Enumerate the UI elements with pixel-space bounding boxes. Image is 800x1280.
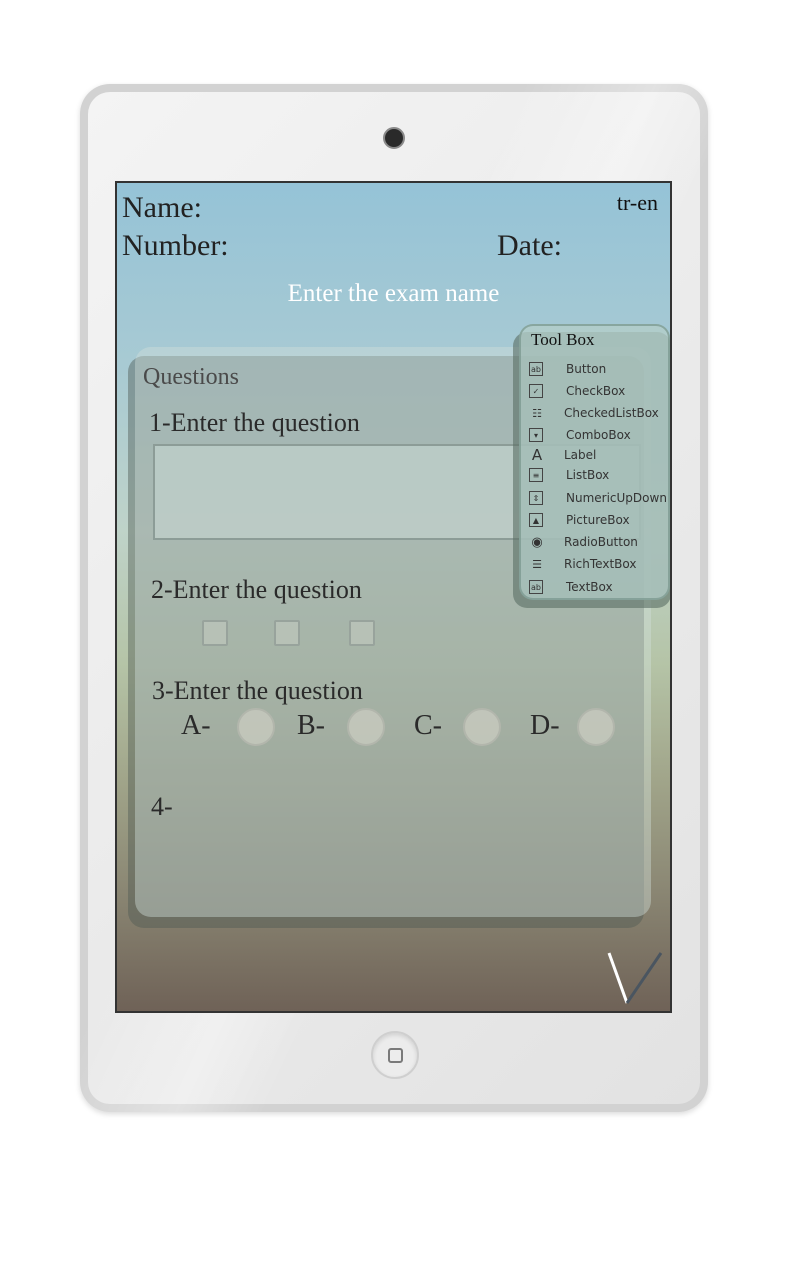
toolbox-item-picturebox[interactable]: ▲ PictureBox [529,510,630,530]
toolbox-item-numericupdown[interactable]: ⇕ NumericUpDown [529,488,667,508]
toolbox-item-label-control[interactable]: A Label [529,445,597,465]
question-1-text[interactable]: 1-Enter the question [149,408,360,438]
option-c-label: C- [414,710,442,741]
listbox-icon: ≡ [529,468,543,482]
question-2-checkbox[interactable] [349,620,375,646]
combobox-icon: ▾ [529,428,543,442]
name-label: Name: [122,191,202,224]
question-4-text[interactable]: 4- [151,792,173,822]
questions-title: Questions [143,364,239,390]
picturebox-icon: ▲ [529,513,543,527]
toolbox-item-label: CheckBox [566,384,626,398]
question-3-text[interactable]: 3-Enter the question [152,676,363,706]
toolbox-panel: Tool Box ab Button ✓ CheckBox ☷ CheckedL… [519,324,670,600]
toolbox-item-checkbox[interactable]: ✓ CheckBox [529,381,625,401]
toolbox-item-label: CheckedListBox [564,406,659,420]
option-c-radio[interactable] [463,708,501,746]
richtextbox-icon: ☰ [532,557,542,571]
radiobutton-icon: ◉ [531,534,543,550]
toolbox-item-label: NumericUpDown [566,491,667,505]
toolbox-item-button[interactable]: ab Button [529,359,606,379]
date-label: Date: [497,229,562,262]
checkbox-icon: ✓ [529,384,543,398]
numeric-updown-icon: ⇕ [529,491,543,505]
toolbox-item-textbox[interactable]: ab TextBox [529,577,613,597]
front-camera [383,127,405,149]
toolbox-item-richtextbox[interactable]: ☰ RichTextBox [529,554,636,574]
toolbox-item-label: RadioButton [564,535,638,549]
toolbox-item-label: ComboBox [566,428,631,442]
toolbox-item-checkedlistbox[interactable]: ☷ CheckedListBox [529,403,659,423]
v-logo-icon [607,952,663,1004]
toolbox-item-label: ListBox [566,468,610,482]
option-b-radio[interactable] [347,708,385,746]
option-b-label: B- [297,710,325,741]
toolbox-item-radiobutton[interactable]: ◉ RadioButton [529,532,638,552]
option-d-label: D- [530,710,560,741]
question-2-checkbox[interactable] [274,620,300,646]
toolbox-title: Tool Box [531,330,595,349]
textbox-icon: ab [529,580,543,594]
language-toggle[interactable]: tr-en [617,190,658,216]
toolbox-item-label: TextBox [566,580,613,594]
checked-list-icon: ☷ [532,406,542,420]
option-a-label: A- [181,710,211,741]
home-button[interactable] [371,1031,419,1079]
exam-screen: Name: Number: Date: tr-en Enter the exam… [115,181,672,1013]
option-a-radio[interactable] [237,708,275,746]
toolbox-item-combobox[interactable]: ▾ ComboBox [529,425,631,445]
toolbox-item-label: RichTextBox [564,557,637,571]
home-square-icon [388,1048,403,1063]
exam-name-input[interactable]: Enter the exam name [117,280,670,308]
button-icon: ab [529,362,543,376]
toolbox-item-label: Label [564,448,597,462]
number-label: Number: [122,229,229,262]
toolbox-item-listbox[interactable]: ≡ ListBox [529,465,609,485]
option-d-radio[interactable] [577,708,615,746]
toolbox-item-label: Button [566,362,607,376]
toolbox-item-label: PictureBox [566,513,630,527]
question-2-checkbox[interactable] [202,620,228,646]
question-2-text[interactable]: 2-Enter the question [151,575,362,605]
label-icon: A [531,446,543,464]
